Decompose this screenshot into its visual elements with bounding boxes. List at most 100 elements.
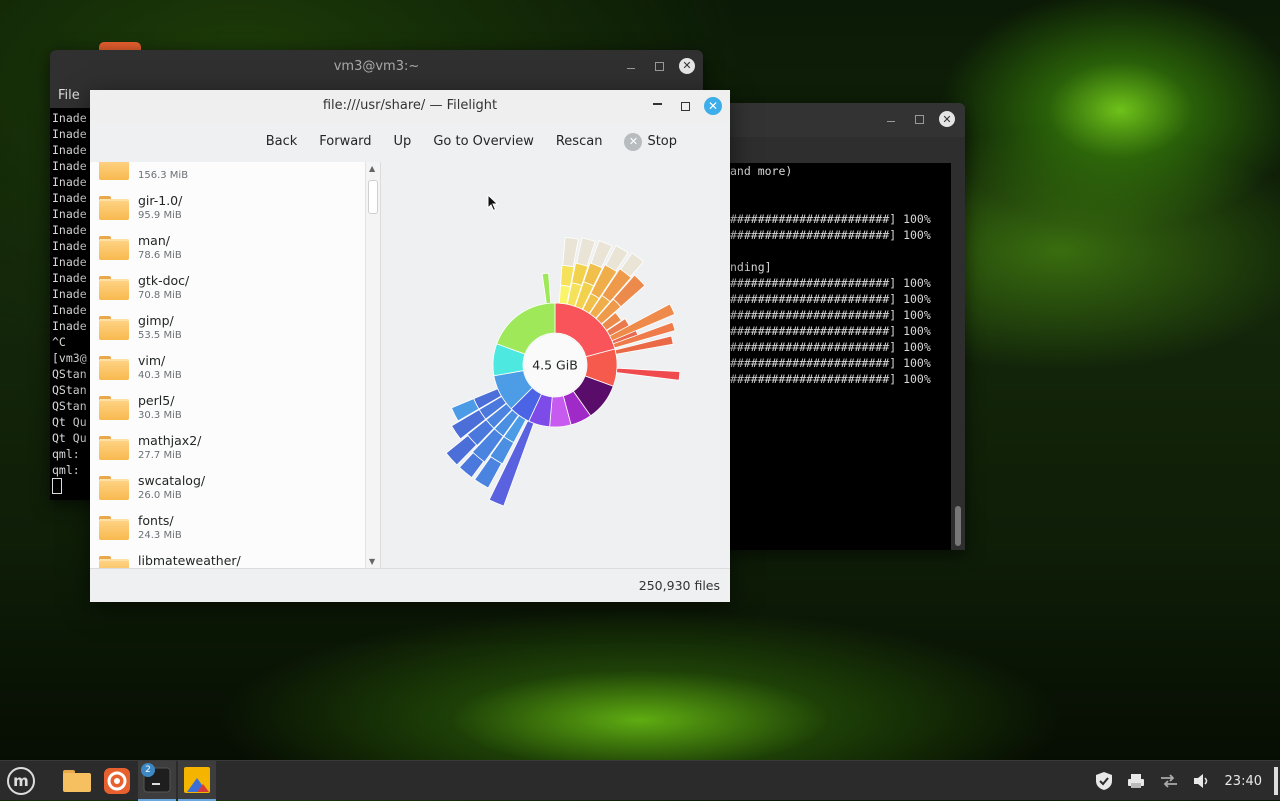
up-button[interactable]: Up xyxy=(383,128,423,156)
clock[interactable]: 23:40 xyxy=(1225,774,1262,789)
background-terminal-titlebar[interactable]: ✕ xyxy=(700,103,965,137)
files-launcher[interactable] xyxy=(58,761,96,801)
folder-icon xyxy=(99,196,129,220)
folder-icon xyxy=(99,396,129,420)
folder-size: 95.9 MiB xyxy=(138,210,182,221)
back-button[interactable]: Back xyxy=(255,128,309,156)
folder-list-scrollbar[interactable]: ▲ ▼ xyxy=(365,162,380,568)
firefox-icon xyxy=(104,768,130,794)
folder-list-item[interactable]: mathjax2/27.7 MiB xyxy=(90,428,366,468)
folder-list-item[interactable]: 156.3 MiB xyxy=(90,162,366,188)
folder-name: fonts/ xyxy=(138,513,174,528)
go-to-overview-button[interactable]: Go to Overview xyxy=(422,128,545,156)
folder-list-panel[interactable]: 156.3 MiB gir-1.0/95.9 MiB man/78.6 MiB gtk… xyxy=(90,162,381,568)
terminal-titlebar[interactable]: vm3@vm3:~ ✕ xyxy=(50,50,703,84)
scroll-up-icon[interactable]: ▲ xyxy=(369,164,375,173)
background-terminal-window[interactable]: ✕ and more) #######################] 100… xyxy=(700,103,965,550)
folder-size: 24.3 MiB xyxy=(138,530,182,541)
volume-icon[interactable] xyxy=(1193,773,1211,789)
radial-map-area[interactable]: 4.5 GiB xyxy=(381,162,730,568)
filelight-toolbar: Back Forward Up Go to Overview Rescan ✕ … xyxy=(90,122,730,163)
folder-size: 70.8 MiB xyxy=(138,290,182,301)
folder-name: gtk-doc/ xyxy=(138,273,190,288)
folder-icon xyxy=(99,476,129,500)
folder-icon xyxy=(63,770,91,792)
background-terminal-text: and more) #######################] 100% … xyxy=(730,164,931,386)
close-icon[interactable]: ✕ xyxy=(679,58,695,74)
filelight-title: file:///usr/share/ — Filelight xyxy=(322,98,498,113)
folder-list-item[interactable]: gtk-doc/70.8 MiB xyxy=(90,268,366,308)
folder-size: 78.6 MiB xyxy=(138,250,182,261)
scroll-thumb[interactable] xyxy=(368,180,378,214)
window-count-badge: 2 xyxy=(141,763,155,777)
stop-icon: ✕ xyxy=(624,133,643,151)
folder-list-item[interactable]: gir-1.0/95.9 MiB xyxy=(90,188,366,228)
folder-icon xyxy=(99,276,129,300)
filelight-window[interactable]: file:///usr/share/ — Filelight ✕ Back Fo… xyxy=(90,90,730,602)
taskbar: m 2 23:40 xyxy=(0,760,1280,801)
folder-list-item[interactable]: swcatalog/26.0 MiB xyxy=(90,468,366,508)
network-icon[interactable] xyxy=(1159,773,1179,789)
folder-size: 26.0 MiB xyxy=(138,490,182,501)
radial-map[interactable]: 4.5 GiB xyxy=(381,162,730,568)
printer-icon[interactable] xyxy=(1127,773,1145,789)
radial-segment-level2[interactable] xyxy=(541,272,552,305)
folder-size: 27.7 MiB xyxy=(138,450,182,461)
folder-list-item[interactable]: perl5/30.3 MiB xyxy=(90,388,366,428)
folder-icon xyxy=(99,316,129,340)
folder-name: vim/ xyxy=(138,353,166,368)
menu-button[interactable]: m xyxy=(2,761,40,801)
close-icon[interactable]: ✕ xyxy=(704,97,722,115)
filelight-titlebar[interactable]: file:///usr/share/ — Filelight ✕ xyxy=(90,90,730,122)
system-tray: 23:40 xyxy=(1095,761,1280,801)
total-size-label: 4.5 GiB xyxy=(532,358,578,373)
folder-icon xyxy=(99,236,129,260)
folder-icon xyxy=(99,162,129,180)
folder-name: swcatalog/ xyxy=(138,473,206,488)
mouse-pointer-icon xyxy=(487,194,499,212)
terminal-cursor xyxy=(52,478,62,494)
maximize-icon[interactable] xyxy=(911,111,927,127)
folder-name: libmateweather/ xyxy=(138,553,241,568)
folder-list-item[interactable]: gimp/53.5 MiB xyxy=(90,308,366,348)
background-terminal-scrollbar[interactable] xyxy=(954,163,962,550)
folder-icon xyxy=(99,356,129,380)
maximize-icon[interactable] xyxy=(676,97,694,115)
folder-size: 30.3 MiB xyxy=(138,410,182,421)
show-desktop-button[interactable] xyxy=(1274,767,1278,795)
folder-name: gir-1.0/ xyxy=(138,193,183,208)
folder-name: perl5/ xyxy=(138,393,175,408)
folder-list-item[interactable]: libmateweather/18.0 MiB xyxy=(90,548,366,568)
folder-icon xyxy=(99,516,129,540)
folder-list-item[interactable]: man/78.6 MiB xyxy=(90,228,366,268)
stop-label: Stop xyxy=(647,134,677,149)
shield-icon[interactable] xyxy=(1095,771,1113,791)
firefox-launcher[interactable] xyxy=(98,761,136,801)
close-icon[interactable]: ✕ xyxy=(939,111,955,127)
status-bar: 250,930 files xyxy=(90,568,730,602)
folder-size: 156.3 MiB xyxy=(138,170,189,181)
rescan-button[interactable]: Rescan xyxy=(545,128,614,156)
terminal-title: vm3@vm3:~ xyxy=(333,59,420,74)
folder-size: 40.3 MiB xyxy=(138,370,182,381)
forward-button[interactable]: Forward xyxy=(308,128,382,156)
folder-list-item[interactable]: fonts/24.3 MiB xyxy=(90,508,366,548)
stop-button[interactable]: ✕ Stop xyxy=(613,128,688,156)
minimize-icon[interactable] xyxy=(883,111,899,127)
menu-file[interactable]: File xyxy=(58,88,80,103)
folder-name: gimp/ xyxy=(138,313,174,328)
folder-icon xyxy=(99,556,129,568)
filelight-icon xyxy=(184,767,210,793)
mint-logo-icon: m xyxy=(7,767,35,795)
maximize-icon[interactable] xyxy=(651,58,667,74)
minimize-icon[interactable] xyxy=(648,97,666,115)
radial-segment-level2[interactable] xyxy=(616,367,681,381)
filelight-taskbar-button[interactable] xyxy=(178,761,216,801)
folder-icon xyxy=(99,436,129,460)
folder-list-item[interactable]: vim/40.3 MiB xyxy=(90,348,366,388)
folder-name: mathjax2/ xyxy=(138,433,202,448)
radial-segment-level4[interactable] xyxy=(562,236,579,268)
scroll-down-icon[interactable]: ▼ xyxy=(369,557,375,566)
minimize-icon[interactable] xyxy=(623,58,639,74)
folder-size: 53.5 MiB xyxy=(138,330,182,341)
